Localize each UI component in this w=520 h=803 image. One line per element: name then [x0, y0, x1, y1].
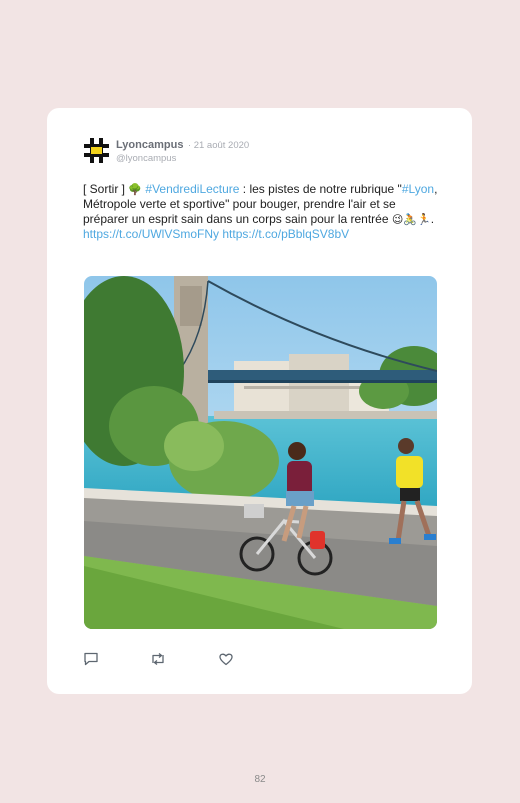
comment-icon[interactable] [83, 652, 99, 666]
tweet-card: Lyoncampus · 21 août 2020 @lyoncampus [ … [47, 108, 472, 694]
tweet-link-1[interactable]: https://t.co/UWlVSmoFNy [83, 227, 219, 241]
heart-icon[interactable] [218, 652, 234, 666]
tweet-photo[interactable] [84, 276, 437, 629]
page-number: 82 [254, 774, 266, 785]
tweet-link-2[interactable]: https://t.co/pBblqSV8bV [222, 227, 349, 241]
emoji-group: 😉🚴🏃 [391, 213, 431, 226]
tweet-text-prefix: [ Sortir ] [83, 182, 129, 196]
tweet-text-part2: : les pistes de notre rubrique " [239, 182, 402, 196]
author-handle[interactable]: @lyoncampus [116, 152, 249, 165]
hashtag-logo-icon[interactable] [83, 137, 110, 164]
tweet-text-part4: . [430, 212, 435, 226]
tweet-date[interactable]: · 21 août 2020 [188, 140, 249, 151]
tree-emoji-icon: 🌳 [128, 183, 143, 196]
hashtag-lyon[interactable]: #Lyon [402, 182, 434, 196]
tweet-author: Lyoncampus · 21 août 2020 @lyoncampus [116, 137, 249, 165]
retweet-icon[interactable] [150, 652, 166, 666]
author-name[interactable]: Lyoncampus [116, 139, 183, 151]
hashtag-vendredilecture[interactable]: #VendrediLecture [145, 182, 239, 196]
tweet-text: [ Sortir ] 🌳 #VendrediLecture : les pist… [83, 182, 443, 242]
